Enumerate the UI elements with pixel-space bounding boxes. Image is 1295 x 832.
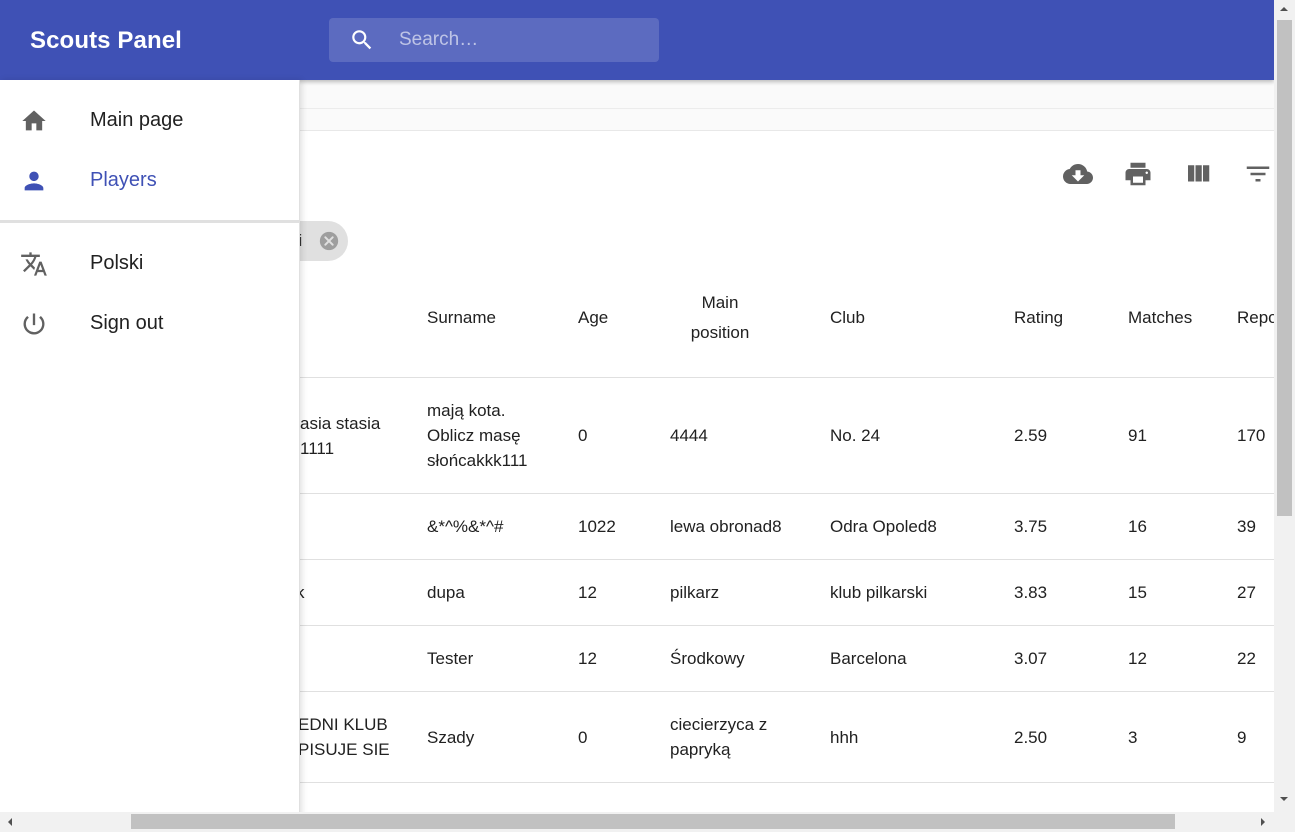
nav-item-label: Sign out	[90, 312, 164, 334]
nav-item-main-page[interactable]: Main page	[0, 90, 299, 150]
cell-rating: 2.50	[1014, 728, 1048, 747]
cell-age: 12	[578, 649, 597, 668]
translate-icon	[21, 252, 47, 276]
cell-matches: 3	[1128, 728, 1138, 747]
nav-item-label: Polski	[90, 252, 144, 274]
search-input[interactable]	[389, 18, 649, 62]
cell-reports: 27	[1237, 583, 1256, 602]
cell-reports: 170	[1237, 426, 1266, 445]
cell-reports: 39	[1237, 517, 1256, 536]
column-header-club[interactable]: Club	[830, 303, 865, 333]
filter-icon[interactable]	[1243, 159, 1273, 189]
nav-item-label: Main page	[90, 109, 184, 131]
cell-matches: 12	[1128, 649, 1147, 668]
cell-name: asia stasia 1111	[300, 414, 381, 458]
cell-age: 0	[578, 426, 588, 445]
column-header-matches[interactable]: Matches	[1128, 303, 1192, 333]
nav-item-language[interactable]: Polski	[0, 233, 299, 293]
view-column-icon[interactable]	[1183, 159, 1213, 189]
cell-surname: &*^%&*^#	[427, 517, 504, 536]
cell-matches: 91	[1128, 426, 1147, 445]
column-header-reports[interactable]: Repo	[1237, 303, 1274, 333]
cell-rating: 3.75	[1014, 517, 1048, 536]
cell-position: pilkarz	[670, 583, 720, 602]
navigation-drawer: Main page Players Polski Sign out	[0, 80, 300, 832]
cell-position: ciecierzyca z papryką	[670, 715, 768, 759]
cell-name: EDNI KLUB PISUJE SIE	[298, 715, 390, 759]
cell-position: lewa obronad8	[670, 517, 782, 536]
search-box[interactable]	[329, 18, 659, 62]
chip-close-icon[interactable]	[318, 230, 340, 252]
horizontal-scrollbar[interactable]	[0, 812, 1295, 832]
cell-rating: 3.07	[1014, 649, 1048, 668]
cell-rating: 3.83	[1014, 583, 1048, 602]
cell-surname: Szady	[427, 728, 475, 747]
cell-surname: mają kota. Oblicz masę słońcakkk111	[427, 401, 528, 470]
cell-club: klub pilkarski	[830, 583, 928, 602]
scroll-down-icon[interactable]	[1279, 794, 1289, 804]
app-bar: Scouts Panel	[0, 0, 1274, 80]
scroll-left-icon[interactable]	[5, 817, 15, 827]
cell-surname: Tester	[427, 649, 474, 668]
cell-matches: 16	[1128, 517, 1147, 536]
vertical-scrollbar[interactable]	[1274, 0, 1295, 812]
scroll-right-icon[interactable]	[1258, 817, 1268, 827]
person-icon	[24, 171, 44, 191]
cell-surname: dupa	[427, 583, 465, 602]
scroll-up-icon[interactable]	[1279, 4, 1289, 14]
search-icon	[352, 30, 372, 50]
column-header-surname[interactable]: Surname	[427, 303, 496, 333]
app-title: Scouts Panel	[30, 27, 182, 54]
cell-rating: 2.59	[1014, 426, 1048, 445]
vertical-scroll-thumb[interactable]	[1277, 20, 1292, 516]
cell-club: hhh	[830, 728, 859, 747]
cell-club: Barcelona	[830, 649, 907, 668]
cell-reports: 22	[1237, 649, 1256, 668]
cell-age: 0	[578, 728, 588, 747]
cell-age: 12	[578, 583, 597, 602]
column-header-rating[interactable]: Rating	[1014, 303, 1063, 333]
drawer-divider	[0, 220, 299, 223]
cell-club: No. 24	[830, 426, 881, 445]
column-header-age[interactable]: Age	[578, 303, 608, 333]
cell-matches: 15	[1128, 583, 1147, 602]
cell-position: 4444	[670, 426, 708, 445]
cell-reports: 9	[1237, 728, 1247, 747]
column-header-main-position[interactable]: Main position	[686, 288, 754, 348]
nav-item-label: Players	[90, 169, 157, 191]
download-icon[interactable]	[1063, 159, 1093, 189]
power-icon	[23, 313, 45, 335]
nav-item-players[interactable]: Players	[0, 150, 299, 210]
cell-age: 1022	[578, 517, 616, 536]
horizontal-scroll-thumb[interactable]	[131, 814, 1175, 829]
print-icon[interactable]	[1123, 159, 1153, 189]
cell-position: Środkowy	[670, 649, 745, 668]
home-icon	[22, 110, 46, 131]
cell-club: Odra Opoled8	[830, 517, 937, 536]
nav-item-sign-out[interactable]: Sign out	[0, 293, 299, 353]
